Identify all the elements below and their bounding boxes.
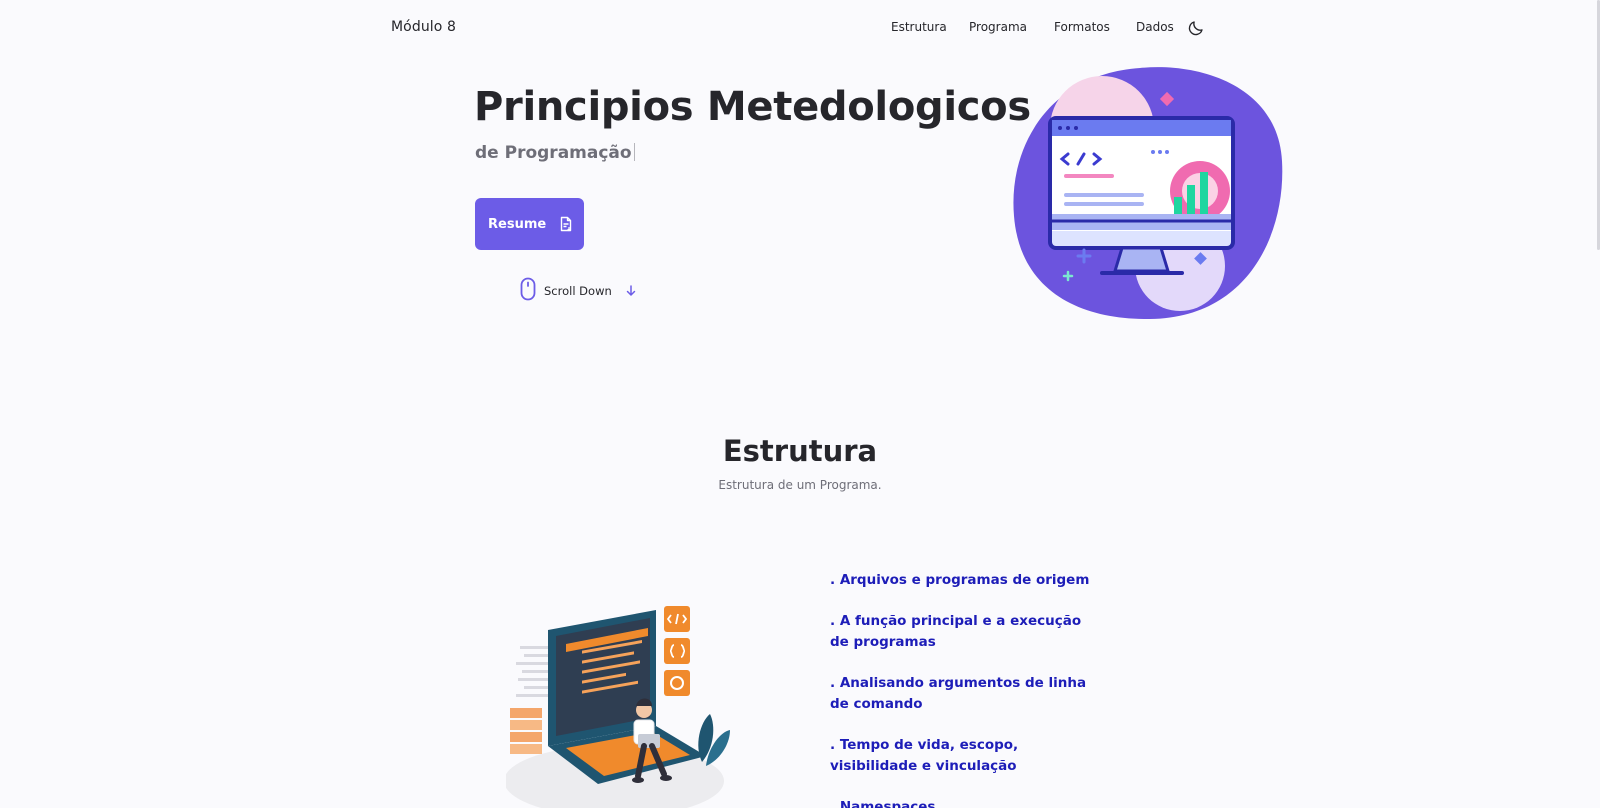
logo[interactable]: Módulo 8 <box>391 19 456 35</box>
scrollbar[interactable] <box>1596 0 1600 808</box>
section-title: Estrutura <box>722 434 878 468</box>
resume-button[interactable]: Resume <box>475 198 584 250</box>
header: Módulo 8 Estrutura Programa Formatos Dad… <box>0 0 1600 58</box>
typing-caret <box>633 143 635 161</box>
topic-item: . Tempo de vida, escopo, visibilidade e … <box>830 737 1019 774</box>
hero-subtitle: de Programação <box>475 143 635 163</box>
moon-icon[interactable] <box>1187 19 1205 37</box>
laptop-developer-illustration <box>504 606 736 808</box>
hero-illustration <box>1010 66 1286 321</box>
topic-item: . Arquivos e programas de origem <box>830 572 1090 588</box>
arrow-down-icon <box>626 282 636 301</box>
topic-item: . Analisando argumentos de linha de coma… <box>830 675 1087 712</box>
nav-link-formatos[interactable]: Formatos <box>1054 20 1110 34</box>
scroll-down-label: Scroll Down <box>544 284 612 298</box>
mouse-icon <box>520 277 536 305</box>
section-subtitle: Estrutura de um Programa. <box>718 478 882 492</box>
topic-item: . A função principal e a execução de pro… <box>830 613 1082 650</box>
nav-link-programa[interactable]: Programa <box>969 20 1027 34</box>
document-icon <box>558 216 574 232</box>
hero-title: Principios Metedologicos <box>474 84 1031 130</box>
topic-list: . Arquivos e programas de origem . A fun… <box>830 570 1100 808</box>
hero-subtitle-text: de Programação <box>475 143 632 163</box>
resume-button-label: Resume <box>488 216 547 232</box>
scroll-down-link[interactable]: Scroll Down <box>520 277 636 305</box>
nav-link-dados[interactable]: Dados <box>1136 20 1174 34</box>
nav-link-estrutura[interactable]: Estrutura <box>891 20 947 34</box>
topic-item: . Namespaces <box>830 799 936 808</box>
